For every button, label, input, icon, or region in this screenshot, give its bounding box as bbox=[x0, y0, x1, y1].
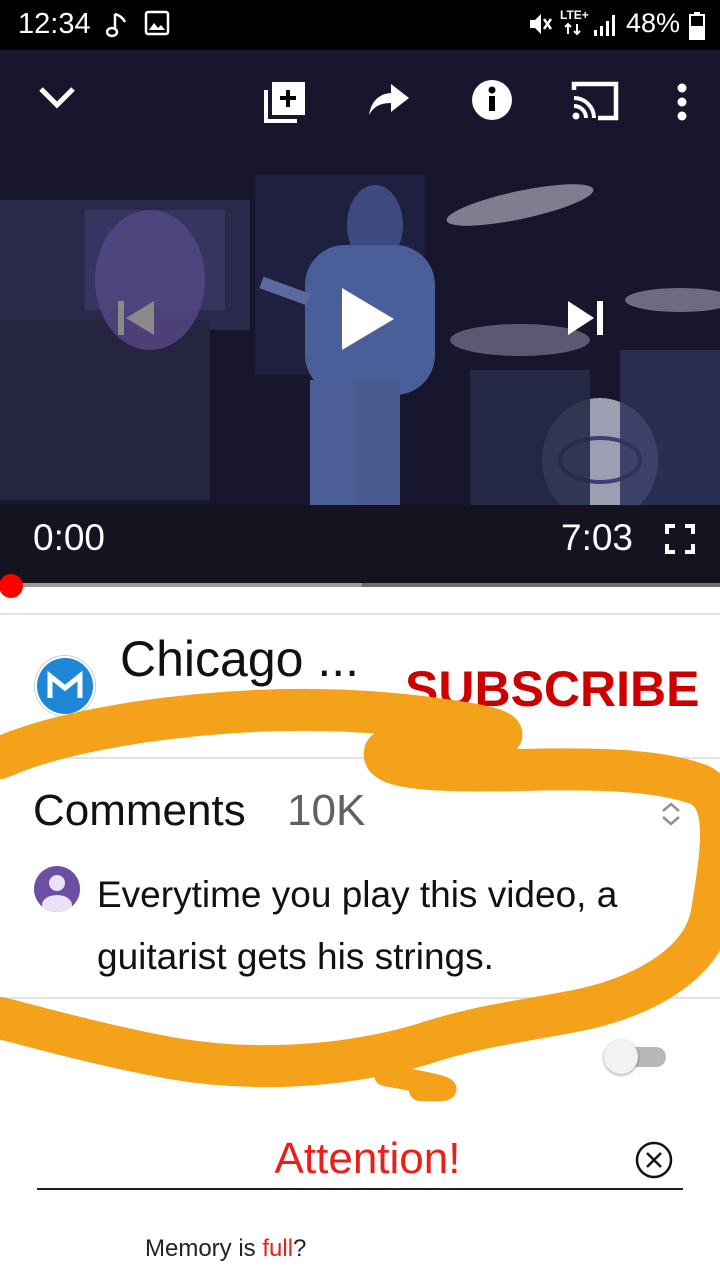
lte-label: LTE+ bbox=[560, 8, 589, 22]
previous-icon[interactable] bbox=[116, 299, 156, 342]
duration: 7:03 bbox=[561, 517, 634, 558]
next-icon[interactable] bbox=[566, 299, 606, 342]
channel-avatar[interactable] bbox=[34, 655, 96, 717]
divider bbox=[0, 757, 720, 759]
memory-highlight: full bbox=[262, 1235, 294, 1262]
add-to-playlist-icon[interactable] bbox=[263, 80, 307, 129]
battery-percent: 48% bbox=[626, 8, 681, 38]
memory-prefix: Memory is bbox=[145, 1235, 263, 1262]
autoplay-toggle[interactable] bbox=[604, 1040, 666, 1074]
channel-name[interactable]: Chicago ... bbox=[120, 630, 359, 688]
comments-count: 10K bbox=[287, 786, 366, 835]
status-bar: 12:34 LTE+ 48% bbox=[0, 0, 720, 50]
memory-message[interactable]: Memory is full? bbox=[145, 1235, 306, 1263]
progress-bar[interactable] bbox=[0, 574, 720, 598]
share-icon[interactable] bbox=[367, 82, 411, 123]
battery-icon bbox=[689, 12, 705, 45]
close-icon[interactable] bbox=[634, 1140, 674, 1185]
divider bbox=[0, 997, 720, 999]
divider bbox=[0, 613, 720, 615]
signal-icon bbox=[592, 12, 620, 43]
attention-title: Attention! bbox=[274, 1134, 461, 1183]
more-vert-icon[interactable] bbox=[674, 82, 690, 127]
data-arrows-icon bbox=[563, 22, 583, 41]
collapse-chevron-icon[interactable] bbox=[38, 84, 76, 115]
progress-scrubber[interactable] bbox=[0, 574, 23, 598]
music-note-icon bbox=[105, 10, 132, 45]
subscribe-button[interactable]: SUBSCRIBE bbox=[405, 660, 699, 718]
comment-avatar[interactable] bbox=[34, 866, 80, 912]
current-time: 0:00 bbox=[33, 517, 106, 558]
attention-divider bbox=[37, 1188, 683, 1190]
progress-buffered bbox=[362, 583, 720, 587]
top-comment-text[interactable]: Everytime you play this video, a guitari… bbox=[97, 864, 687, 988]
comments-title[interactable]: Comments bbox=[33, 786, 246, 836]
fullscreen-icon[interactable] bbox=[665, 524, 695, 559]
status-time: 12:34 bbox=[18, 8, 91, 40]
play-icon[interactable] bbox=[340, 286, 396, 357]
expand-icon[interactable] bbox=[658, 800, 684, 833]
toggle-knob bbox=[604, 1040, 638, 1074]
info-icon[interactable] bbox=[471, 79, 513, 126]
cast-icon[interactable] bbox=[570, 80, 620, 127]
image-icon bbox=[144, 10, 170, 41]
mute-icon bbox=[527, 10, 553, 43]
memory-suffix: ? bbox=[293, 1235, 307, 1262]
